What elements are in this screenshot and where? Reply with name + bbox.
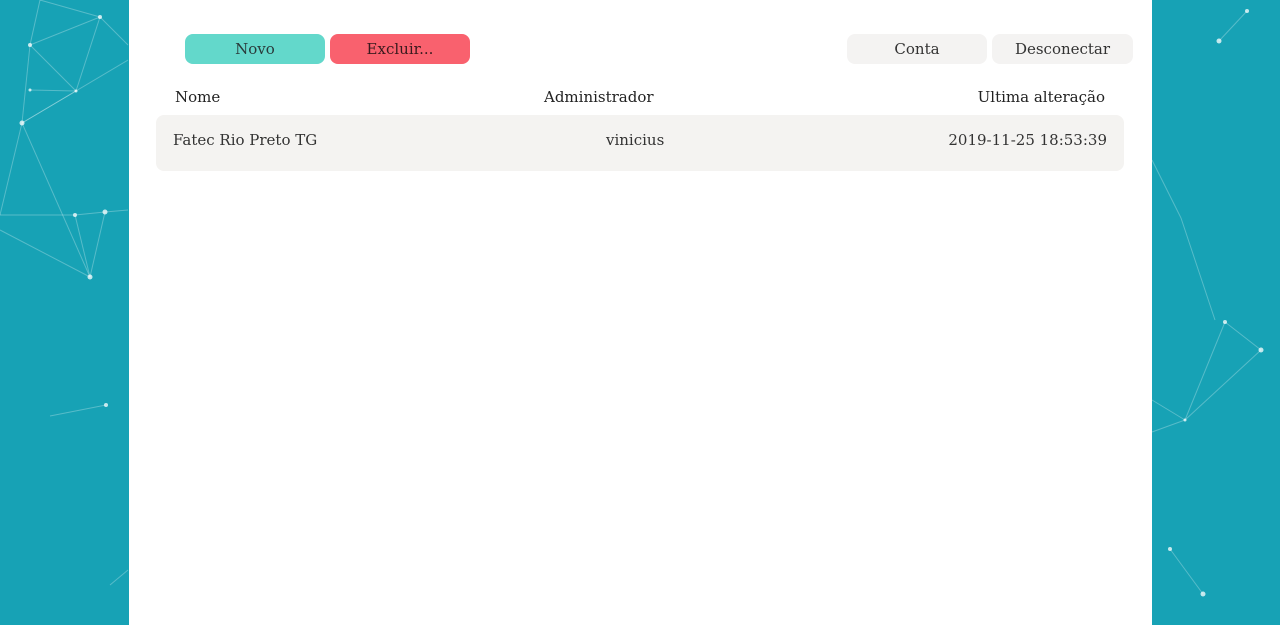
new-button[interactable]: Novo	[185, 34, 325, 64]
cell-name: Fatec Rio Preto TG	[173, 131, 318, 149]
delete-button[interactable]: Excluir...	[330, 34, 470, 64]
logout-button[interactable]: Desconectar	[992, 34, 1133, 64]
column-header-last-modified: Ultima alteração	[977, 88, 1105, 106]
cell-last-modified: 2019-11-25 18:53:39	[948, 131, 1107, 149]
cell-administrator: vinicius	[606, 131, 665, 149]
column-header-name: Nome	[175, 88, 221, 106]
account-button[interactable]: Conta	[847, 34, 987, 64]
main-panel: Novo Excluir... Conta Desconectar Nome A…	[129, 0, 1152, 625]
table-row[interactable]: Fatec Rio Preto TG vinicius 2019-11-25 1…	[156, 115, 1124, 171]
column-header-administrator: Administrador	[544, 88, 654, 106]
